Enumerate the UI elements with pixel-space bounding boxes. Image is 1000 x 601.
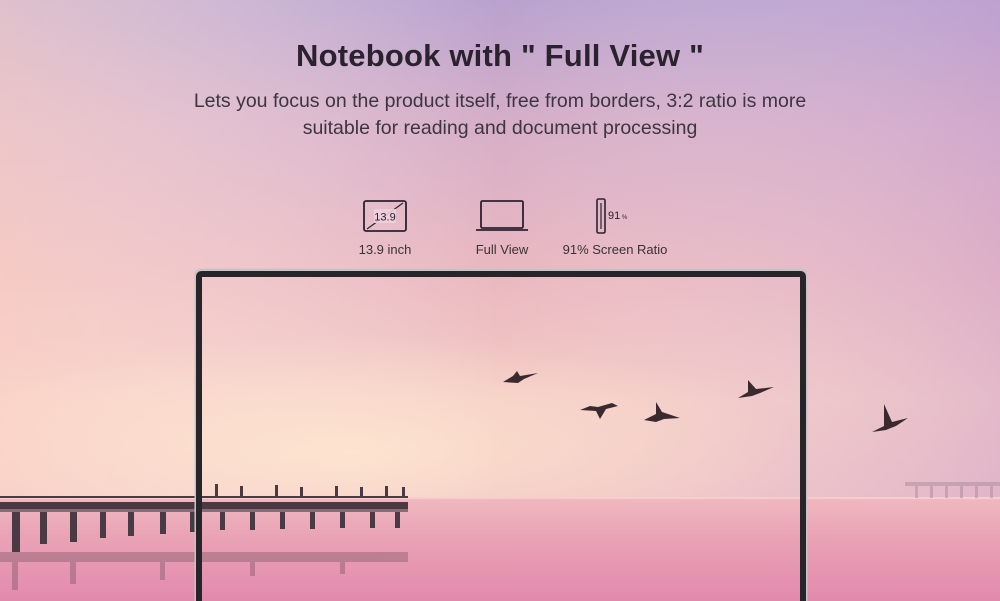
feature-screen-ratio: 91 % 91% Screen Ratio [550, 196, 680, 257]
feature-label: 91% Screen Ratio [562, 242, 668, 257]
screen-ratio-icon: 91 % [596, 198, 628, 234]
screen-size-icon-text: 13.9 [374, 212, 395, 224]
feature-label: Full View [475, 242, 529, 257]
subheadline-line-1: Lets you focus on the product itself, fr… [193, 90, 807, 112]
feature-screen-size: 13.9 13.9 inch [320, 196, 450, 257]
screen-ratio-icon-value: 91 [608, 210, 620, 222]
feature-row: 13.9 13.9 inch Full View 91 % 91% Screen… [330, 196, 670, 266]
feature-label: 13.9 inch [358, 242, 412, 257]
headline: Notebook with " Full View " [296, 38, 704, 73]
screen-size-icon: 13.9 [363, 200, 407, 232]
subheadline: Lets you focus on the product itself, fr… [150, 88, 850, 142]
screen-ratio-icon-unit: % [622, 215, 628, 221]
subheadline-line-2: suitable for reading and document proces… [302, 117, 698, 139]
feature-full-view: Full View [437, 196, 567, 257]
laptop-icon [476, 200, 528, 231]
